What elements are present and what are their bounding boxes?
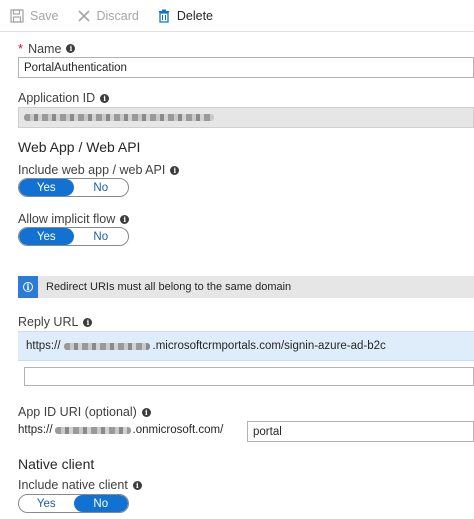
info-icon[interactable]: i <box>100 93 110 103</box>
name-value: PortalAuthentication <box>24 61 127 74</box>
implicit-flow-toggle[interactable]: Yes No <box>18 227 129 246</box>
info-icon[interactable]: i <box>66 44 76 53</box>
name-label: Name <box>28 41 62 56</box>
reply-url-suffix: .microsoftcrmportals.com/signin-azure-ad… <box>152 340 386 352</box>
implicit-flow-yes[interactable]: Yes <box>19 228 74 245</box>
delete-label: Delete <box>176 8 214 23</box>
include-native-toggle[interactable]: Yes No <box>18 494 129 513</box>
app-id-uri-prefix: https:// <box>18 424 53 436</box>
app-id-uri-value: portal <box>253 425 282 438</box>
redacted-application-id <box>24 114 214 121</box>
app-id-uri-label: App ID URI (optional) <box>18 405 137 419</box>
include-native-label: Include native client <box>18 478 128 492</box>
application-id-label-row: Application ID i <box>18 91 110 105</box>
save-label: Save <box>30 8 59 23</box>
name-input[interactable]: PortalAuthentication <box>18 57 474 78</box>
redirect-uri-banner: i Redirect URIs must all belong to the s… <box>18 276 474 298</box>
application-id-field[interactable] <box>18 107 474 128</box>
info-icon[interactable]: i <box>83 317 93 327</box>
info-icon[interactable]: i <box>170 165 180 175</box>
reply-url-label: Reply URL <box>18 315 79 329</box>
name-label-row: * Name i <box>18 41 76 56</box>
implicit-flow-no[interactable]: No <box>74 228 129 245</box>
redacted-portal-name <box>63 342 150 350</box>
reply-url-label-row: Reply URL i <box>18 315 93 329</box>
include-native-yes[interactable]: Yes <box>19 495 74 512</box>
web-app-heading: Web App / Web API <box>18 139 141 155</box>
reply-url-prefix: https:// <box>26 340 61 352</box>
save-button[interactable]: Save <box>10 9 59 23</box>
info-icon: i <box>18 276 38 298</box>
required-marker: * <box>18 41 24 56</box>
include-native-no[interactable]: No <box>73 495 128 512</box>
banner-text: Redirect URIs must all belong to the sam… <box>46 281 292 293</box>
app-id-uri-label-row: App ID URI (optional) i <box>18 405 151 419</box>
include-native-label-row: Include native client i <box>18 478 142 492</box>
include-web-app-no[interactable]: No <box>74 179 129 196</box>
application-id-label: Application ID <box>18 91 96 105</box>
new-reply-url-input[interactable] <box>24 367 474 386</box>
reply-url-row[interactable]: https:// .microsoftcrmportals.com/signin… <box>18 331 474 361</box>
info-icon[interactable]: i <box>132 480 142 490</box>
close-icon <box>77 9 90 22</box>
info-icon[interactable]: i <box>141 407 151 417</box>
save-icon <box>10 8 24 23</box>
include-web-app-label-row: Include web app / web API i <box>18 163 180 177</box>
native-client-heading: Native client <box>18 456 95 472</box>
app-id-uri-input[interactable]: portal <box>247 421 474 442</box>
app-id-uri-prefix-row: https:// .onmicrosoft.com/ <box>18 424 223 436</box>
discard-button[interactable]: Discard <box>77 9 139 23</box>
include-web-app-yes[interactable]: Yes <box>19 179 74 196</box>
delete-button[interactable]: Delete <box>157 9 213 23</box>
implicit-flow-label-row: Allow implicit flow i <box>18 212 130 226</box>
app-id-uri-domain: .onmicrosoft.com/ <box>132 424 224 436</box>
include-web-app-label: Include web app / web API <box>18 163 166 177</box>
discard-label: Discard <box>96 8 139 23</box>
redacted-tenant-name <box>54 426 131 434</box>
include-web-app-toggle[interactable]: Yes No <box>18 178 129 197</box>
command-bar: Save Discard Delete <box>0 0 474 32</box>
implicit-flow-label: Allow implicit flow <box>18 212 116 226</box>
trash-icon <box>158 9 169 23</box>
info-icon[interactable]: i <box>120 214 130 224</box>
